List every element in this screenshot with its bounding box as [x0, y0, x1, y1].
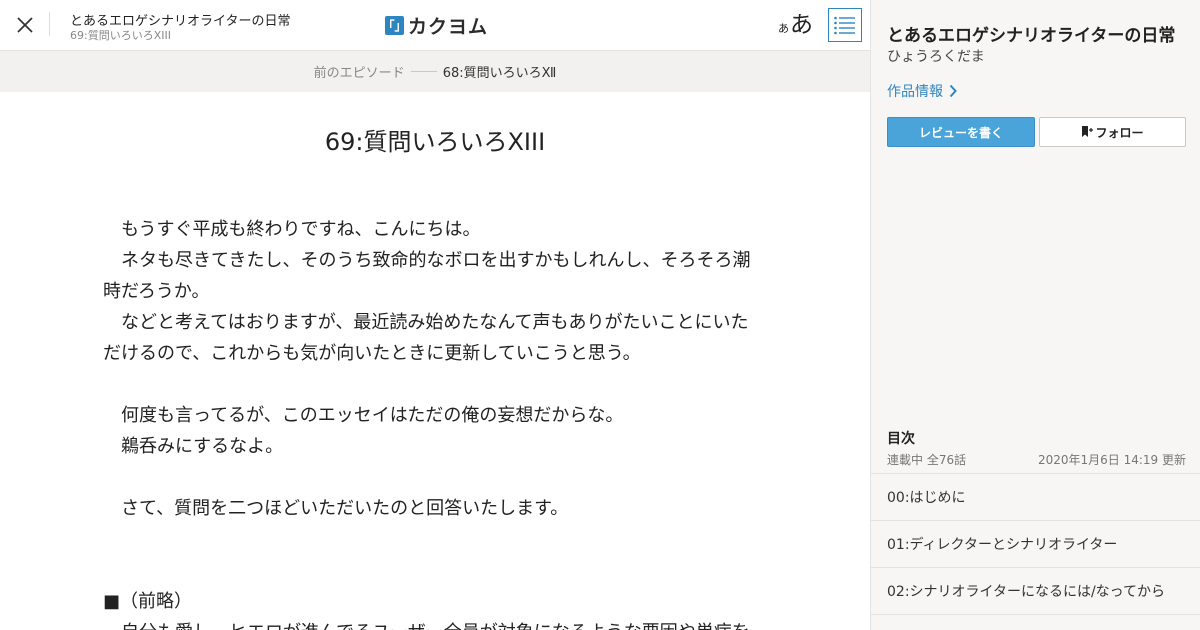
font-size-small-glyph: あ [778, 22, 789, 35]
chevron-right-icon [949, 84, 957, 98]
work-info-label: 作品情報 [887, 84, 943, 100]
toc-meta: 連載中 全76話 2020年1月6日 14:19 更新 [887, 451, 1186, 468]
follow-label: フォロー [1095, 125, 1144, 140]
toc-item[interactable]: 02:シナリオライターになるには/なってから [871, 568, 1200, 615]
header-divider [49, 12, 50, 36]
episode-text: もうすぐ平成も終わりですね、こんにちは。 ネタも尽きてきたし、そのうち致命的なボ… [103, 214, 763, 630]
paragraph: さて、質問を二つほどいただいたのと回答いたします。 [103, 498, 569, 519]
toc-heading: 目次 [887, 431, 915, 447]
bookmark-plus-icon [1082, 126, 1094, 137]
sidebar-author[interactable]: ひょうろくだま [887, 46, 985, 66]
sidebar-work-title[interactable]: とあるエロゲシナリオライターの日常 [887, 21, 1175, 46]
episode-nav-bar: 前のエピソード 68:質問いろいろⅫ [0, 51, 870, 92]
logo-mark-icon: 「」 [383, 15, 407, 35]
prev-episode-label[interactable]: 前のエピソード [314, 62, 405, 81]
paragraph: もうすぐ平成も終わりですね、こんにちは。 [103, 219, 481, 240]
nav-divider [410, 71, 437, 72]
toc-list: 00:はじめに 01:ディレクターとシナリオライター 02:シナリオライターにな… [871, 473, 1200, 615]
toc-item[interactable]: 01:ディレクターとシナリオライター [871, 521, 1200, 568]
sidebar: とあるエロゲシナリオライターの日常 ひょうろくだま 作品情報 レビューを書く フ… [870, 0, 1200, 630]
toc-status: 連載中 全76話 [887, 453, 967, 467]
top-header: とあるエロゲシナリオライターの日常 69:質問いろいろXIII 「」 カクヨム … [0, 0, 870, 51]
close-icon [17, 17, 33, 33]
follow-button[interactable]: フォロー [1039, 117, 1186, 147]
paragraph: ネタも尽きてきたし、そのうち致命的なボロを出すかもしれんし、そろそろ潮時だろうか… [103, 250, 751, 302]
font-size-button[interactable]: あ あ [778, 8, 813, 40]
paragraph: 自分も愛し、ヒエロが進んでるユーザー全員が対象になるような要因や単病を [103, 617, 763, 630]
episode-subtitle: 69:質問いろいろXIII [70, 29, 171, 42]
work-info-link[interactable]: 作品情報 [887, 81, 957, 101]
list-icon [834, 16, 855, 35]
section-heading: ■（前略） [103, 591, 193, 612]
paragraph: 何度も言ってるが、このエッセイはただの俺の妄想だからな。 [103, 405, 624, 426]
font-size-large-glyph: あ [790, 12, 813, 38]
prev-episode-link[interactable]: 68:質問いろいろⅫ [443, 62, 557, 81]
episode-body: 69:質問いろいろXIII もうすぐ平成も終わりですね、こんにちは。 ネタも尽き… [0, 92, 870, 630]
paragraph: 鵜呑みにするなよ。 [103, 436, 284, 457]
toc-item[interactable]: 00:はじめに [871, 474, 1200, 521]
paragraph: などと考えてはおりますが、最近読み始めたなんて声もありがたいことにいただけるので… [103, 312, 749, 364]
toc-toggle-button[interactable] [828, 8, 862, 42]
logo-text: カクヨム [408, 15, 489, 38]
episode-title: 69:質問いろいろXIII [324, 128, 546, 156]
close-button[interactable] [10, 10, 40, 40]
toc-updated: 2020年1月6日 14:19 更新 [1037, 453, 1186, 467]
write-review-button[interactable]: レビューを書く [887, 117, 1035, 147]
kakuyomu-logo[interactable]: 「」 カクヨム [383, 13, 489, 38]
